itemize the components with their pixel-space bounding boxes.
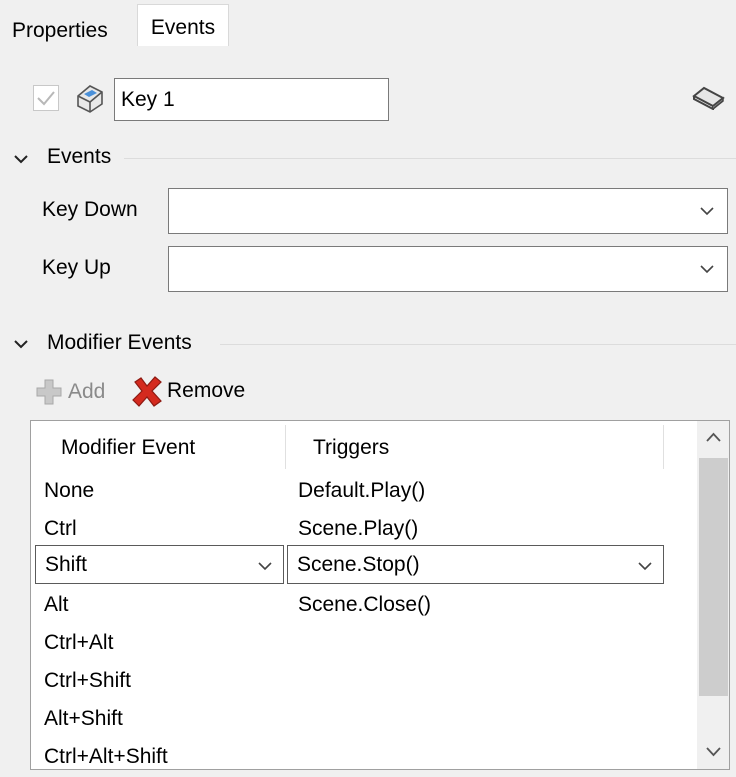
add-button[interactable]: Add: [34, 377, 105, 407]
trigger-value: Scene.Stop(): [297, 553, 420, 576]
column-header-modifier-event[interactable]: Modifier Event: [61, 421, 195, 471]
tab-strip: Properties Events: [0, 0, 736, 46]
table-row[interactable]: Alt Scene.Close(): [31, 586, 695, 624]
trigger-cell: Default.Play(): [298, 479, 426, 502]
trigger-cell: [285, 624, 695, 662]
remove-label: Remove: [167, 379, 246, 402]
vertical-scrollbar[interactable]: [697, 421, 729, 769]
chevron-down-icon: [700, 207, 714, 216]
chevron-down-icon: [706, 747, 721, 757]
red-x-icon: [132, 376, 162, 407]
trigger-cell: Scene.Play(): [298, 517, 419, 540]
table-row-selected[interactable]: Shift Scene.Stop(): [31, 545, 695, 587]
modifier-events-section-title: Modifier Events: [47, 331, 192, 354]
plus-icon: [36, 379, 62, 405]
chevron-down-icon: [258, 562, 272, 571]
enabled-checkbox[interactable]: [33, 85, 59, 111]
table-row[interactable]: Ctrl+Shift: [31, 662, 695, 700]
section-divider: [124, 158, 736, 159]
column-separator[interactable]: [285, 425, 286, 469]
scroll-down-button[interactable]: [697, 735, 729, 769]
table-row[interactable]: Ctrl+Alt: [31, 624, 695, 662]
object-name-input[interactable]: [114, 78, 389, 121]
key-up-dropdown[interactable]: [168, 246, 728, 292]
trigger-dropdown[interactable]: Scene.Stop(): [287, 545, 664, 584]
trigger-cell: [285, 738, 695, 769]
tab-events[interactable]: Events: [137, 4, 229, 46]
trigger-cell: [285, 662, 695, 700]
scrollbar-thumb[interactable]: [699, 458, 728, 696]
collapse-chevron-icon[interactable]: [12, 335, 30, 353]
modifier-events-grid[interactable]: Modifier Event Triggers None Default.Pla…: [30, 420, 730, 770]
modifier-value: Shift: [45, 553, 88, 576]
table-row[interactable]: Ctrl Scene.Play(): [31, 510, 695, 548]
table-row[interactable]: Alt+Shift: [31, 700, 695, 738]
add-label: Add: [68, 380, 106, 403]
modifier-cell: Ctrl+Shift: [44, 669, 131, 692]
modifier-cell: Alt+Shift: [44, 707, 123, 730]
modifier-cell: Alt: [44, 593, 69, 616]
events-section-title: Events: [47, 145, 112, 168]
keyboard-key-icon: [77, 85, 103, 113]
column-separator[interactable]: [663, 425, 664, 469]
modifier-dropdown[interactable]: Shift: [35, 545, 284, 584]
modifier-cell: Ctrl+Alt+Shift: [44, 745, 168, 768]
modifier-cell: Ctrl+Alt: [44, 631, 114, 654]
trigger-cell: Scene.Close(): [298, 593, 432, 616]
remove-button[interactable]: Remove: [130, 375, 245, 407]
key-up-label: Key Up: [42, 256, 111, 279]
check-icon: [37, 91, 55, 106]
column-header-triggers[interactable]: Triggers: [313, 421, 389, 471]
key-down-dropdown[interactable]: [168, 188, 728, 234]
chevron-down-icon: [638, 562, 652, 571]
table-row[interactable]: None Default.Play(): [31, 472, 695, 510]
modifier-cell: None: [44, 479, 95, 502]
tab-properties[interactable]: Properties: [8, 10, 135, 46]
table-row[interactable]: Ctrl+Alt+Shift: [31, 738, 695, 769]
modifier-cell: Ctrl: [44, 517, 77, 540]
grid-header: Modifier Event Triggers: [31, 421, 695, 471]
chevron-up-icon: [706, 432, 721, 442]
key-down-label: Key Down: [42, 198, 138, 221]
section-divider: [220, 344, 736, 345]
collapse-chevron-icon[interactable]: [12, 150, 30, 168]
trigger-cell: [285, 700, 695, 738]
eraser-icon[interactable]: [690, 84, 726, 110]
chevron-down-icon: [700, 265, 714, 274]
scroll-up-button[interactable]: [697, 421, 729, 455]
